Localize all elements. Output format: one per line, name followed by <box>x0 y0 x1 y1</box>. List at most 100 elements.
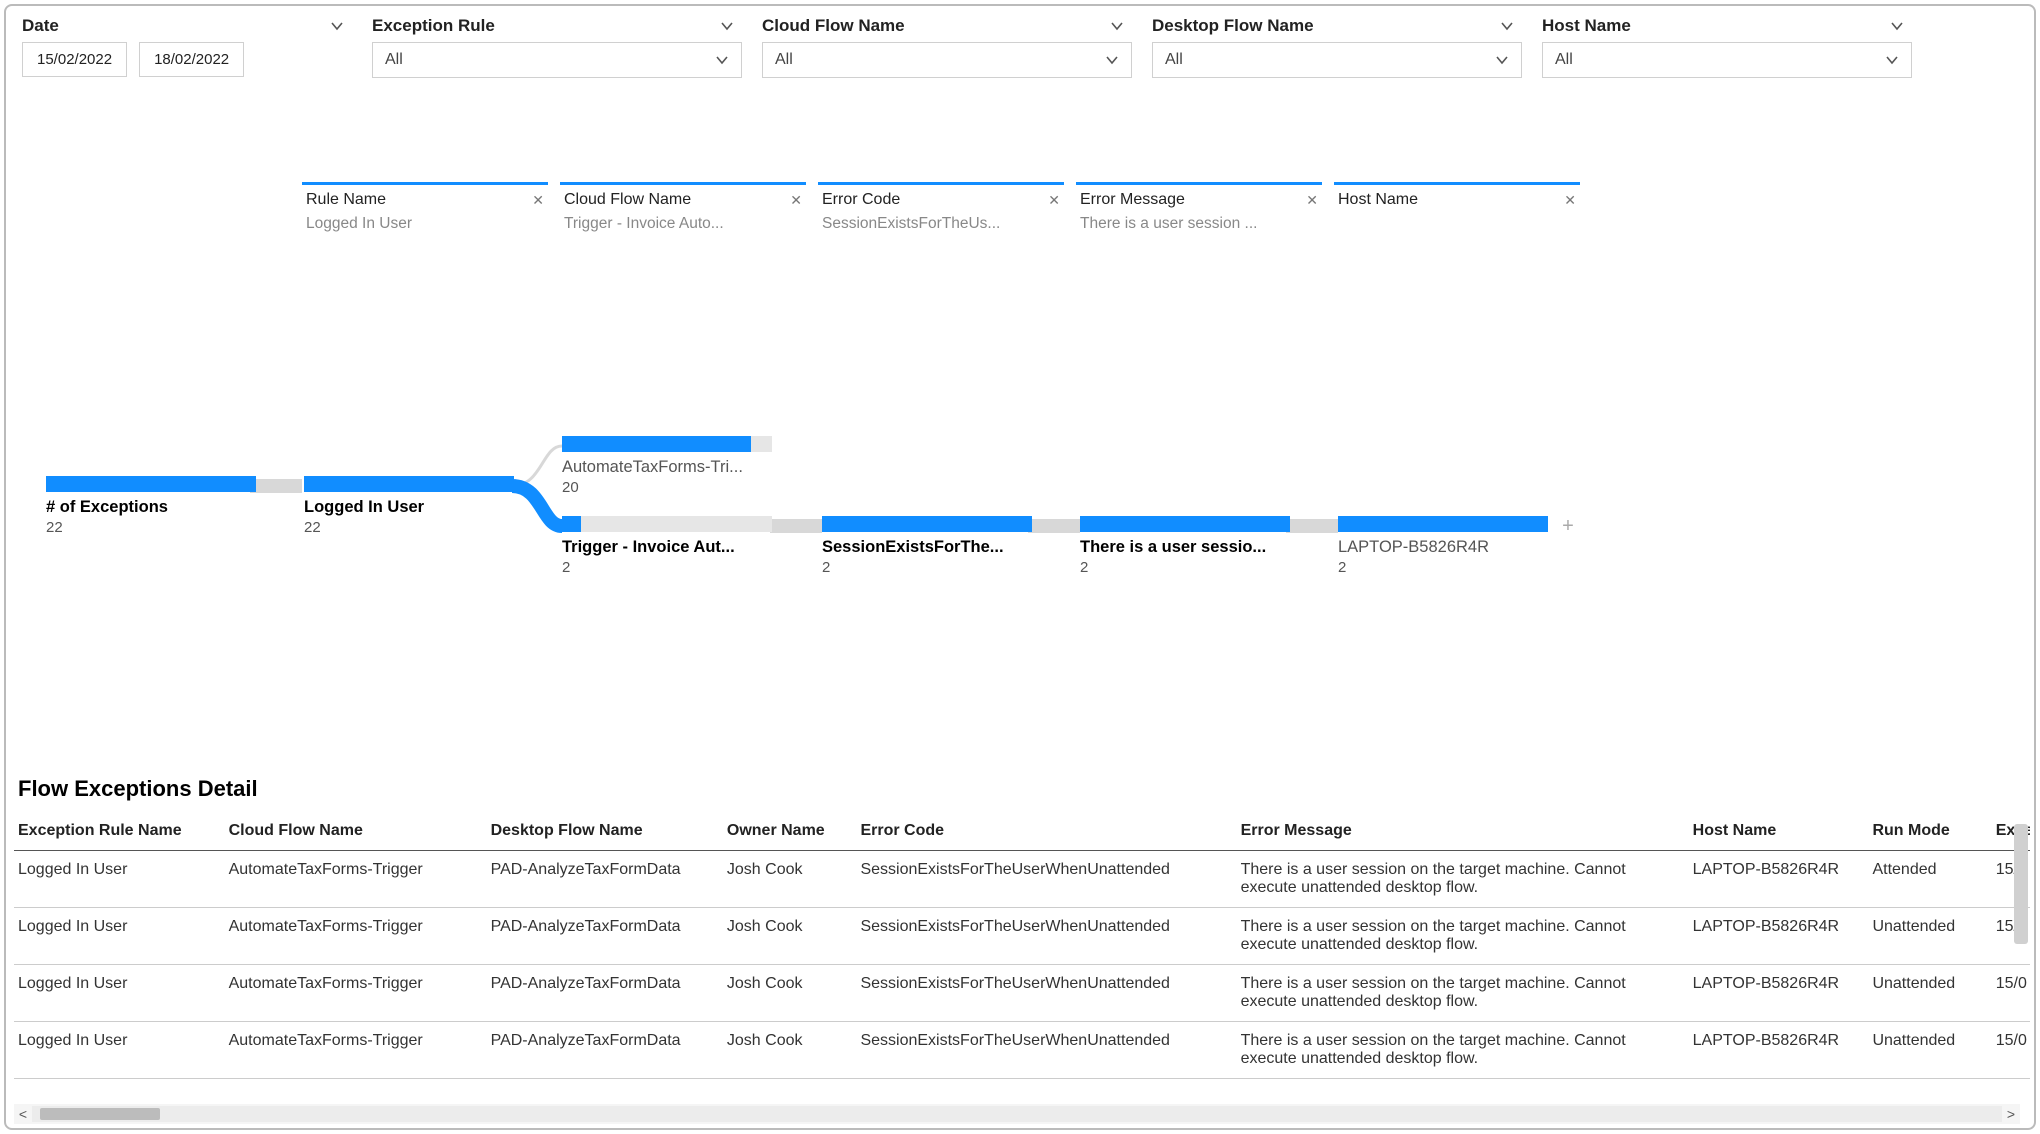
cloud-flow-dropdown[interactable]: All <box>762 42 1132 78</box>
tree-node-level3[interactable]: SessionExistsForThe... 2 <box>822 516 1032 576</box>
table-cell: LAPTOP-B5826R4R <box>1689 851 1869 908</box>
tree-l1-value: 22 <box>304 519 514 536</box>
table-cell: Unattended <box>1868 965 1991 1022</box>
table-cell: LAPTOP-B5826R4R <box>1689 1022 1869 1079</box>
tree-node-level1[interactable]: Logged In User 22 <box>304 476 514 536</box>
close-icon[interactable]: ✕ <box>1564 192 1576 209</box>
table-cell: LAPTOP-B5826R4R <box>1689 965 1869 1022</box>
chevron-down-icon[interactable] <box>328 17 346 35</box>
tree-l2a-value: 20 <box>562 479 772 496</box>
table-cell: Josh Cook <box>723 908 857 965</box>
decomp-header-host: Host Name ✕ <box>1334 182 1580 233</box>
chevron-down-icon[interactable] <box>1888 17 1906 35</box>
filter-cloud-flow: Cloud Flow Name All <box>762 16 1132 78</box>
tree-l4-label: There is a user sessio... <box>1080 538 1290 557</box>
table-cell: Josh Cook <box>723 1022 857 1079</box>
col-desktop[interactable]: Desktop Flow Name <box>487 814 723 851</box>
chevron-down-icon <box>713 51 731 69</box>
table-row[interactable]: Logged In UserAutomateTaxForms-TriggerPA… <box>14 1022 2030 1079</box>
col-cloud[interactable]: Cloud Flow Name <box>225 814 487 851</box>
filter-cloud-label: Cloud Flow Name <box>762 16 905 36</box>
table-row[interactable]: Logged In UserAutomateTaxForms-TriggerPA… <box>14 851 2030 908</box>
table-cell: AutomateTaxForms-Trigger <box>225 1022 487 1079</box>
decomp-headers: Rule Name ✕ Logged In User Cloud Flow Na… <box>302 182 1580 233</box>
decomp-header-cloud-value: Trigger - Invoice Auto... <box>564 215 802 233</box>
decomp-header-errormsg-value: There is a user session ... <box>1080 215 1318 233</box>
tree-l5-value: 2 <box>1338 559 1548 576</box>
tree-l5-label: LAPTOP-B5826R4R <box>1338 538 1548 557</box>
close-icon[interactable]: ✕ <box>1048 192 1060 209</box>
table-cell: PAD-AnalyzeTaxFormData <box>487 965 723 1022</box>
tree-node-level2a[interactable]: AutomateTaxForms-Tri... 20 <box>562 436 772 496</box>
table-cell: PAD-AnalyzeTaxFormData <box>487 908 723 965</box>
table-cell: Unattended <box>1868 1022 1991 1079</box>
cloud-flow-value: All <box>775 51 793 69</box>
chevron-down-icon[interactable] <box>1498 17 1516 35</box>
col-host[interactable]: Host Name <box>1689 814 1869 851</box>
table-cell: 15/0 <box>1992 1022 2030 1079</box>
add-level-icon[interactable]: + <box>1558 516 1578 536</box>
scroll-left-icon[interactable]: < <box>14 1106 32 1122</box>
tree-root-label: # of Exceptions <box>46 498 256 517</box>
table-cell: PAD-AnalyzeTaxFormData <box>487 851 723 908</box>
tree-node-level5[interactable]: LAPTOP-B5826R4R 2 <box>1338 516 1548 576</box>
tree-l2a-label: AutomateTaxForms-Tri... <box>562 458 772 477</box>
table-cell: PAD-AnalyzeTaxFormData <box>487 1022 723 1079</box>
table-cell: AutomateTaxForms-Trigger <box>225 908 487 965</box>
desktop-flow-dropdown[interactable]: All <box>1152 42 1522 78</box>
filter-row: Date 15/02/2022 18/02/2022 Exception Rul… <box>6 6 2034 88</box>
tree-node-root[interactable]: # of Exceptions 22 <box>46 476 256 536</box>
exception-rule-dropdown[interactable]: All <box>372 42 742 78</box>
decomp-header-errormsg-title: Error Message <box>1080 191 1185 209</box>
host-name-value: All <box>1555 51 1573 69</box>
col-msg[interactable]: Error Message <box>1237 814 1689 851</box>
tree-l2b-label: Trigger - Invoice Aut... <box>562 538 772 557</box>
scroll-right-icon[interactable]: > <box>2002 1106 2020 1122</box>
table-cell: Attended <box>1868 851 1991 908</box>
chevron-down-icon <box>1883 51 1901 69</box>
table-cell: Josh Cook <box>723 965 857 1022</box>
col-owner[interactable]: Owner Name <box>723 814 857 851</box>
chevron-down-icon[interactable] <box>1108 17 1126 35</box>
decomp-header-errorcode: Error Code ✕ SessionExistsForTheUs... <box>818 182 1064 233</box>
filter-desktop-flow: Desktop Flow Name All <box>1152 16 1522 78</box>
scroll-thumb[interactable] <box>40 1108 160 1120</box>
table-cell: Logged In User <box>14 1022 225 1079</box>
tree-node-level2b[interactable]: Trigger - Invoice Aut... 2 <box>562 516 772 576</box>
table-cell: 15/0 <box>1992 965 2030 1022</box>
tree-root-value: 22 <box>46 519 256 536</box>
filter-host-label: Host Name <box>1542 16 1631 36</box>
table-cell: There is a user session on the target ma… <box>1237 1022 1689 1079</box>
col-code[interactable]: Error Code <box>856 814 1236 851</box>
vertical-scrollbar[interactable] <box>2014 824 2028 944</box>
chevron-down-icon <box>1103 51 1121 69</box>
tree-l2b-value: 2 <box>562 559 772 576</box>
filter-desktop-label: Desktop Flow Name <box>1152 16 1314 36</box>
tree-node-level4[interactable]: There is a user sessio... 2 <box>1080 516 1290 576</box>
chevron-down-icon[interactable] <box>718 17 736 35</box>
close-icon[interactable]: ✕ <box>1306 192 1318 209</box>
close-icon[interactable]: ✕ <box>532 192 544 209</box>
table-cell: Logged In User <box>14 851 225 908</box>
tree-l1-label: Logged In User <box>304 498 514 517</box>
horizontal-scrollbar[interactable]: < > <box>14 1104 2020 1124</box>
chevron-down-icon <box>1493 51 1511 69</box>
scroll-track[interactable] <box>32 1106 2002 1122</box>
host-name-dropdown[interactable]: All <box>1542 42 1912 78</box>
exception-rule-value: All <box>385 51 403 69</box>
decomp-header-rule-title: Rule Name <box>306 191 386 209</box>
date-from-input[interactable]: 15/02/2022 <box>22 42 127 77</box>
col-mode[interactable]: Run Mode <box>1868 814 1991 851</box>
table-row[interactable]: Logged In UserAutomateTaxForms-TriggerPA… <box>14 965 2030 1022</box>
decomp-header-cloud-title: Cloud Flow Name <box>564 191 691 209</box>
table-cell: Unattended <box>1868 908 1991 965</box>
table-cell: There is a user session on the target ma… <box>1237 851 1689 908</box>
date-to-input[interactable]: 18/02/2022 <box>139 42 244 77</box>
decomp-header-rule-value: Logged In User <box>306 215 544 233</box>
filter-date: Date 15/02/2022 18/02/2022 <box>22 16 352 78</box>
table-cell: LAPTOP-B5826R4R <box>1689 908 1869 965</box>
col-rule[interactable]: Exception Rule Name <box>14 814 225 851</box>
tree-l3-value: 2 <box>822 559 1032 576</box>
table-row[interactable]: Logged In UserAutomateTaxForms-TriggerPA… <box>14 908 2030 965</box>
close-icon[interactable]: ✕ <box>790 192 802 209</box>
